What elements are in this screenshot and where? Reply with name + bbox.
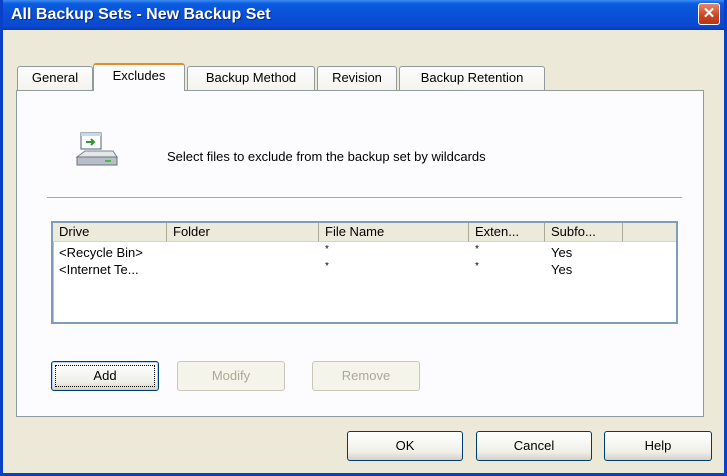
excludes-panel: Select files to exclude from the backup … — [16, 90, 704, 417]
cell-file-name: * — [325, 244, 329, 255]
divider — [47, 197, 682, 199]
drive-exclude-icon — [75, 132, 118, 166]
cell-extension: * — [475, 244, 479, 255]
cancel-button-label: Cancel — [513, 438, 555, 453]
remove-button-label: Remove — [341, 368, 391, 383]
column-header-subfolders[interactable]: Subfo... — [545, 223, 623, 242]
tab-label: Excludes — [112, 68, 166, 83]
help-button-label: Help — [644, 438, 672, 453]
tab-label: Backup Method — [205, 70, 297, 85]
tab-label: Backup Retention — [420, 70, 524, 85]
cell-drive: <Internet Te... — [59, 262, 139, 277]
list-header: Drive Folder File Name Exten... Subfo... — [53, 223, 676, 242]
add-button-label: Add — [93, 368, 117, 383]
tab-backup-method[interactable]: Backup Method — [187, 66, 315, 90]
dialog-window: All Backup Sets - New Backup Set ✕ Gener… — [0, 0, 727, 476]
ok-button-label: OK — [395, 438, 415, 453]
tab-revision[interactable]: Revision — [317, 66, 397, 90]
column-header-file-name[interactable]: File Name — [319, 223, 469, 242]
cancel-button[interactable]: Cancel — [476, 431, 592, 461]
help-button[interactable]: Help — [604, 431, 712, 461]
tab-general[interactable]: General — [17, 66, 93, 90]
column-header-drive[interactable]: Drive — [53, 223, 167, 242]
cell-subfolders: Yes — [551, 262, 573, 277]
title-bar[interactable]: All Backup Sets - New Backup Set ✕ — [3, 0, 724, 30]
excludes-description: Select files to exclude from the backup … — [167, 149, 486, 164]
tab-backup-retention[interactable]: Backup Retention — [399, 66, 545, 90]
close-button[interactable]: ✕ — [698, 3, 720, 25]
modify-button[interactable]: Modify — [177, 361, 285, 391]
cell-drive: <Recycle Bin> — [59, 245, 143, 260]
tab-label: Revision — [332, 70, 382, 85]
window-title: All Backup Sets - New Backup Set — [11, 6, 271, 23]
table-row[interactable]: <Recycle Bin> * * Yes — [53, 244, 676, 261]
column-header-folder[interactable]: Folder — [167, 223, 319, 242]
tab-excludes[interactable]: Excludes — [93, 63, 185, 91]
modify-button-label: Modify — [211, 368, 251, 383]
table-row[interactable]: <Internet Te... * * Yes — [53, 261, 676, 278]
column-header-filler — [623, 223, 676, 242]
exclude-rules-list[interactable]: Drive Folder File Name Exten... Subfo...… — [51, 221, 678, 324]
cell-extension: * — [475, 261, 479, 272]
tab-label: General — [31, 70, 79, 85]
ok-button[interactable]: OK — [347, 431, 463, 461]
add-button[interactable]: Add — [51, 361, 159, 391]
cell-subfolders: Yes — [551, 245, 573, 260]
close-icon: ✕ — [702, 5, 716, 22]
remove-button[interactable]: Remove — [312, 361, 420, 391]
cell-file-name: * — [325, 261, 329, 272]
column-header-extension[interactable]: Exten... — [469, 223, 545, 242]
